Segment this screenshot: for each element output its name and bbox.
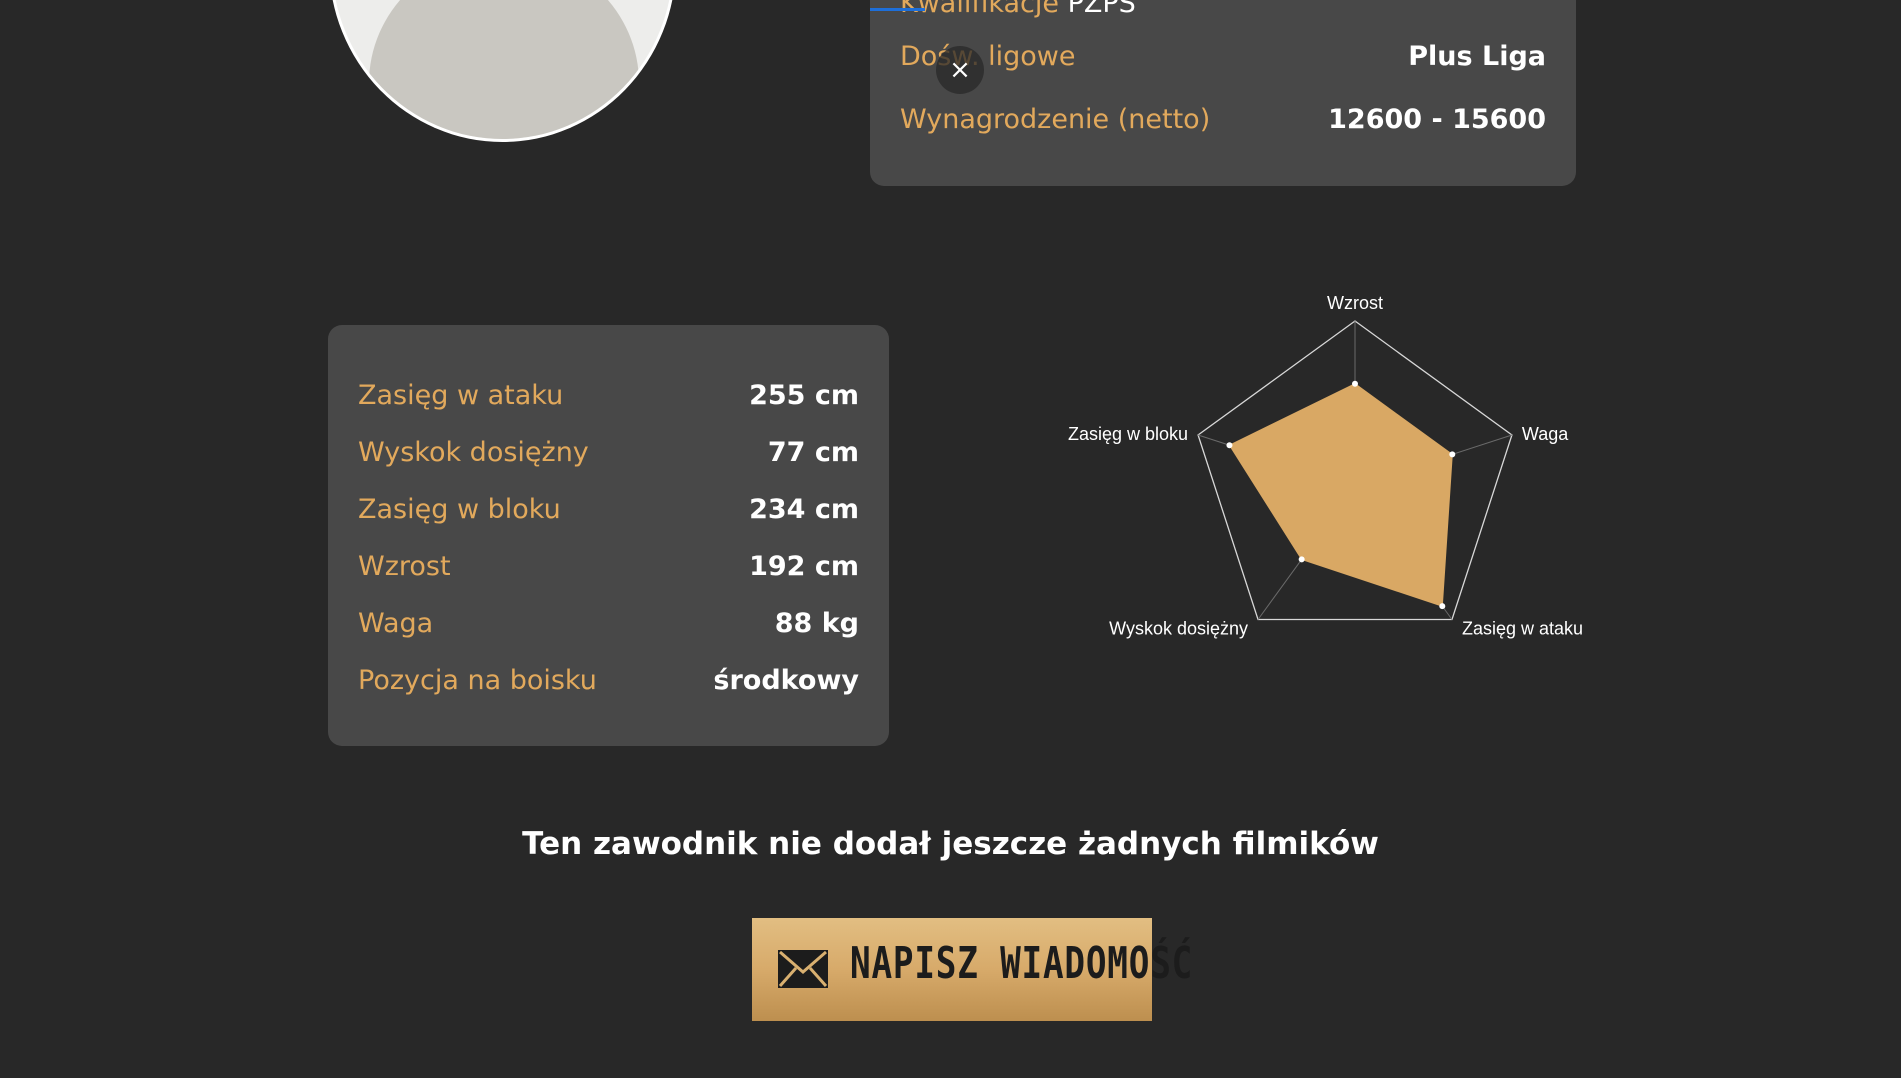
avatar-silhouette <box>369 0 639 139</box>
stats-card: Zasięg w ataku 255 cm Wyskok dosiężny 77… <box>328 325 889 746</box>
stat-label: Zasięg w ataku <box>358 379 564 411</box>
info-value: Plus Liga <box>1408 40 1546 72</box>
stat-value: środkowy <box>713 664 859 696</box>
radar-point <box>1439 603 1446 610</box>
radar-axis-label: Wyskok dosiężny <box>1109 618 1248 638</box>
radar-point <box>1449 451 1456 458</box>
stat-label: Wzrost <box>358 550 451 582</box>
radar-point <box>1352 380 1358 387</box>
close-button[interactable]: × <box>936 46 984 94</box>
no-videos-message: Ten zawodnik nie dodał jeszcze żadnych f… <box>522 826 1379 862</box>
radar-chart: Wzrost Waga Zasięg w ataku Wyskok dosiężny Z… <box>1068 293 1583 638</box>
close-icon: × <box>949 55 971 85</box>
info-label: Wynagrodzenie (netto) <box>900 103 1211 135</box>
stat-value: 234 cm <box>749 493 859 525</box>
radar-axis-label: Wzrost <box>1327 293 1383 313</box>
stat-value: 255 cm <box>749 379 859 411</box>
info-card: Kwalifikacje PZPS Dośw. ligowe Plus Liga… <box>870 0 1576 186</box>
stat-label: Zasięg w bloku <box>358 493 561 525</box>
radar-point <box>1298 556 1305 563</box>
stat-label: Waga <box>358 607 434 639</box>
stat-label: Wyskok dosiężny <box>358 436 589 468</box>
radar-axis-label: Zasięg w ataku <box>1462 618 1583 638</box>
envelope-icon <box>778 950 828 988</box>
radar-axis-label: Zasięg w bloku <box>1068 424 1188 444</box>
stat-value: 88 kg <box>774 607 859 639</box>
stat-value: 192 cm <box>749 550 859 582</box>
stat-row-attack-reach: Zasięg w ataku 255 cm <box>358 375 859 415</box>
stat-value: 77 cm <box>767 436 859 468</box>
info-value-qualifications: PZPS <box>1067 0 1136 19</box>
send-message-label: NAPISZ WIADOMOŚĆ <box>850 938 1194 989</box>
stat-row-weight: Waga 88 kg <box>358 603 859 643</box>
info-value: 12600 - 15600 <box>1328 103 1546 135</box>
stat-row-position: Pozycja na boisku środkowy <box>358 660 859 700</box>
radar-series-area <box>1228 383 1453 607</box>
stat-label: Pozycja na boisku <box>358 664 597 696</box>
info-row-qualifications: Kwalifikacje PZPS <box>870 0 1136 19</box>
info-row-salary: Wynagrodzenie (netto) 12600 - 15600 <box>900 99 1546 139</box>
link-underline <box>870 8 925 11</box>
avatar <box>329 0 676 142</box>
radar-point <box>1226 442 1233 449</box>
stat-row-height: Wzrost 192 cm <box>358 546 859 586</box>
info-row-league-experience: Dośw. ligowe Plus Liga <box>900 36 1546 76</box>
stat-row-block-reach: Zasięg w bloku 234 cm <box>358 489 859 529</box>
radar-axis-label: Waga <box>1522 424 1569 444</box>
send-message-button[interactable]: NAPISZ WIADOMOŚĆ <box>752 918 1192 1021</box>
info-label: Dośw. ligowe <box>900 40 1076 72</box>
stat-row-jump: Wyskok dosiężny 77 cm <box>358 432 859 472</box>
